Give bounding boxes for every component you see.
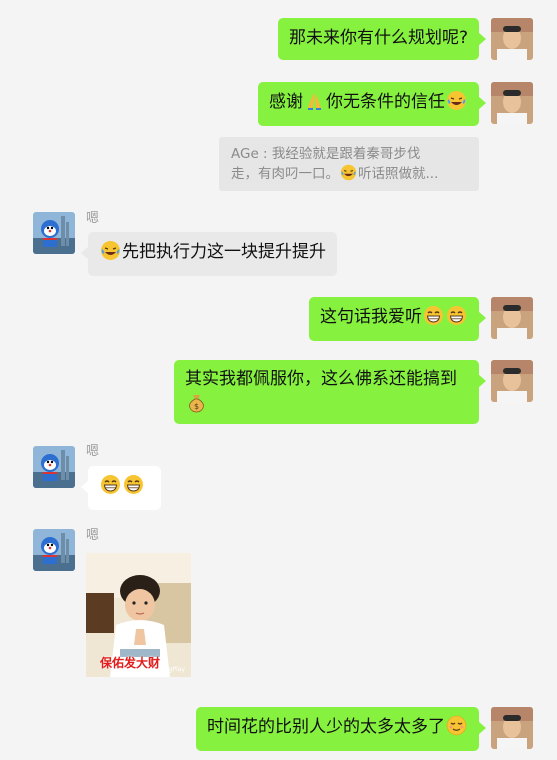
sticker-image[interactable]: 保佑发大财 ImgPlay [86, 553, 191, 677]
sender-name: 嗯 [86, 444, 100, 459]
grinning-emoji [100, 474, 121, 495]
my-avatar[interactable] [491, 707, 533, 749]
message-text: 其实我都佩服你，这么佛系还能搞到 [185, 369, 457, 389]
contact-avatar[interactable] [33, 446, 75, 488]
grinning-emoji [123, 474, 144, 495]
contact-avatar[interactable] [33, 212, 75, 254]
quote-text: AGe : 我经验就是跟着秦哥步伐 [231, 146, 421, 162]
laughing-tears-emoji [100, 240, 121, 261]
message-text: 感谢 [269, 92, 303, 112]
money-bag-emoji: $ [186, 392, 207, 413]
sticker-caption: 保佑发大财 [100, 656, 161, 670]
my-avatar[interactable] [491, 297, 533, 339]
message-text: 那未来你有什么规划呢? [288, 28, 468, 48]
message-bubble[interactable] [81, 466, 161, 510]
message-bubble[interactable]: 这句话我爱听 [309, 297, 486, 341]
message-text: 时间花的比别人少的太多太多了 [207, 717, 445, 737]
message-text: 先把执行力这一块提升提升 [122, 242, 326, 262]
grinning-emoji [446, 305, 467, 326]
quote-text: 走，有肉叼一口。 [231, 166, 339, 182]
message-bubble[interactable]: 其实我都佩服你，这么佛系还能搞到 $ [174, 360, 486, 424]
message-bubble[interactable]: 那未来你有什么规划呢? [277, 18, 487, 60]
folded-hands-emoji [304, 90, 325, 111]
quoted-message[interactable]: AGe : 我经验就是跟着秦哥步伐 走，有肉叼一口。 听话照做就... [219, 137, 479, 191]
laughing-tears-emoji [340, 164, 357, 181]
message-bubble[interactable]: 感谢 你无条件的信任 [258, 82, 486, 126]
relieved-emoji [446, 715, 467, 736]
message-text: 这句话我爱听 [320, 307, 422, 327]
laughing-tears-emoji [446, 90, 467, 111]
message-bubble[interactable]: 时间花的比别人少的太多太多了 [196, 707, 486, 751]
svg-text:$: $ [194, 402, 199, 411]
sender-name: 嗯 [86, 528, 100, 543]
contact-avatar[interactable] [33, 529, 75, 571]
grinning-emoji [423, 305, 444, 326]
quote-text: 听话照做就... [358, 166, 439, 182]
my-avatar[interactable] [491, 18, 533, 60]
message-bubble[interactable]: 先把执行力这一块提升提升 [81, 232, 337, 276]
my-avatar[interactable] [491, 82, 533, 124]
my-avatar[interactable] [491, 360, 533, 402]
sender-name: 嗯 [86, 211, 100, 226]
message-text: 你无条件的信任 [326, 92, 445, 112]
sticker-watermark: ImgPlay [161, 666, 185, 673]
